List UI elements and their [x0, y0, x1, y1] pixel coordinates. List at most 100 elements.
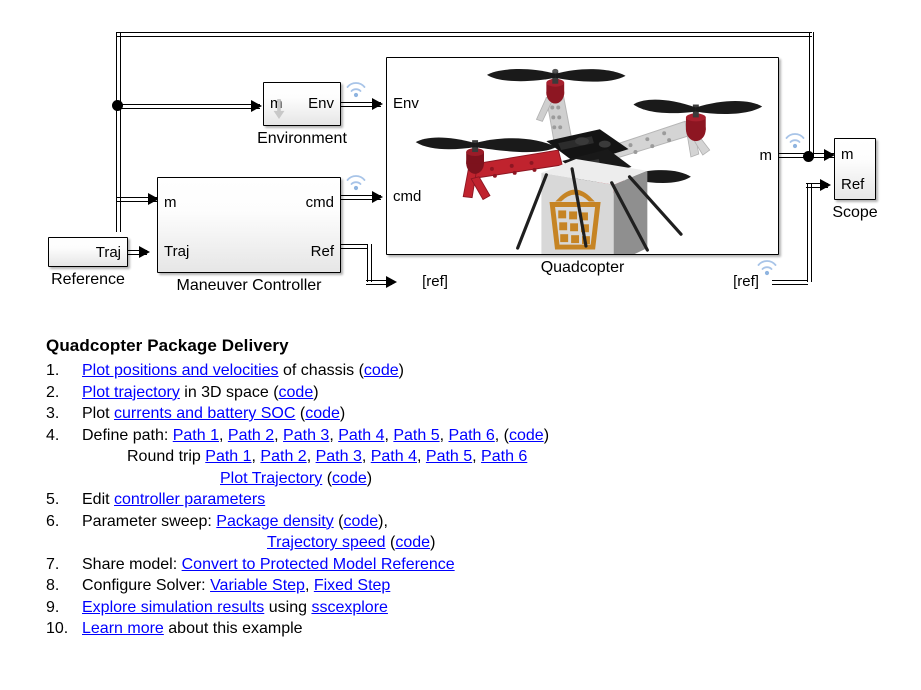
instruction-number-3: 3. — [46, 405, 60, 422]
step2-link-0[interactable]: Plot trajectory — [82, 384, 180, 401]
step4-link-3[interactable]: Path 2 — [228, 427, 274, 444]
step7-link-1[interactable]: Convert to Protected Model Reference — [182, 556, 455, 573]
instruction-item-5: 5. Edit controller parameters — [46, 489, 746, 511]
arrowhead-environment-in — [251, 99, 262, 112]
port-controller-m-in: m — [164, 194, 177, 211]
instruction-item-1: 1. Plot positions and velocities of chass… — [46, 360, 746, 382]
step2-text-3: ) — [313, 383, 319, 401]
instruction-body-4: Define path: Path 1, Path 2, Path 3, Pat… — [82, 427, 549, 444]
port-quadcopter-m-out: m — [759, 147, 773, 164]
step4-link-7[interactable]: Path 4 — [338, 427, 384, 444]
block-scope[interactable]: m Ref — [834, 138, 876, 200]
step6-link-1[interactable]: Package density — [216, 513, 333, 530]
wire-from-ref-seg1 — [772, 280, 808, 286]
step5-text-0: Edit — [82, 491, 115, 508]
step9-link-2[interactable]: sscexplore — [311, 599, 387, 616]
step4sub1-text-6: , — [361, 448, 371, 465]
instruction-number-5: 5. — [46, 491, 60, 508]
step6sub1-link-0[interactable]: Trajectory speed — [267, 534, 386, 551]
step3-text-0: Plot — [82, 405, 115, 422]
step4sub1-link-7[interactable]: Path 4 — [371, 448, 417, 465]
step4-link-1[interactable]: Path 1 — [173, 427, 219, 444]
step4sub1-link-1[interactable]: Path 1 — [205, 448, 251, 465]
step6-text-2: ( — [333, 512, 344, 530]
step9-link-0[interactable]: Explore simulation results — [82, 599, 264, 616]
step1-text-3: ) — [398, 362, 404, 379]
step5-link-1[interactable]: controller parameters — [114, 491, 265, 508]
step1-link-0[interactable]: Plot positions and velocities — [82, 362, 279, 379]
instruction-number-10: 10. — [46, 620, 69, 637]
instruction-number-9: 9. — [46, 598, 60, 616]
from-tag-label: [ref] — [733, 273, 759, 290]
instruction-item-8: 8. Configure Solver: Variable Step, Fixed… — [46, 575, 746, 597]
step4-link-9[interactable]: Path 5 — [393, 427, 439, 444]
instruction-number-2: 2. — [46, 383, 60, 401]
block-maneuver-controller[interactable]: m Traj cmd Ref — [157, 177, 341, 273]
step6-text-0: Parameter sweep: — [82, 512, 217, 530]
step6sub1-link-2[interactable]: code — [395, 534, 430, 551]
step10-link-0[interactable]: Learn more — [82, 620, 164, 637]
step4-text-4: , — [274, 426, 284, 444]
step6-link-3[interactable]: code — [343, 513, 378, 530]
wireless-signal-icon-m — [785, 133, 805, 149]
step1-text-1: of chassis ( — [278, 362, 364, 379]
block-quadcopter[interactable]: Env cmd m — [386, 57, 779, 255]
step4sub1-link-11[interactable]: Path 6 — [481, 448, 527, 465]
step4sub2-link-2[interactable]: code — [332, 470, 367, 487]
step2-link-2[interactable]: code — [279, 384, 314, 401]
step6-text-4: ), — [378, 512, 388, 530]
arrowhead-quadcopter-env-in — [372, 97, 383, 110]
instruction-body-8: Configure Solver: Variable Step, Fixed S… — [82, 577, 390, 594]
step2-text-1: in 3D space ( — [179, 383, 279, 401]
arrowhead-goto-ref-in — [386, 275, 397, 288]
wireless-signal-icon-from-ref — [757, 260, 777, 276]
block-reference[interactable]: Traj — [48, 237, 128, 267]
wire-ref-out-seg2 — [366, 244, 372, 282]
step3-link-1[interactable]: currents and battery SOC — [114, 405, 295, 422]
port-controller-traj-in: Traj — [164, 243, 190, 260]
instruction-item-9: 9. Explore simulation results using sscex… — [46, 597, 746, 619]
instruction-number-8: 8. — [46, 577, 60, 594]
step4sub1-link-9[interactable]: Path 5 — [426, 448, 472, 465]
wireless-signal-icon-env — [346, 82, 366, 98]
port-quadcopter-env-in: Env — [393, 95, 419, 112]
step4-text-10: , — [439, 426, 449, 444]
step4-link-11[interactable]: Path 6 — [449, 427, 495, 444]
arrowhead-controller-traj-in — [139, 245, 150, 258]
step4-text-0: Define path: — [82, 426, 173, 444]
junction-right — [803, 151, 814, 162]
block-label-maneuver-controller: Maneuver Controller — [176, 277, 322, 294]
step6sub1-text-1: ( — [385, 534, 396, 551]
step4-link-5[interactable]: Path 3 — [283, 427, 329, 444]
step4sub1-text-8: , — [417, 448, 426, 465]
step9-text-1: using — [264, 598, 312, 616]
step4sub1-link-5[interactable]: Path 3 — [316, 448, 362, 465]
step8-link-1[interactable]: Variable Step — [210, 577, 305, 594]
step4-link-13[interactable]: code — [509, 427, 544, 444]
wire-ref-out-seg1 — [341, 244, 368, 250]
step1-link-2[interactable]: code — [364, 362, 399, 379]
instruction-item-2: 2. Plot trajectory in 3D space (code) — [46, 382, 746, 404]
step4-text-2: , — [219, 426, 228, 444]
step3-link-3[interactable]: code — [305, 405, 340, 422]
step4sub1-text-4: , — [306, 448, 316, 465]
quadcopter-illustration — [415, 68, 763, 254]
block-label-environment: Environment — [257, 130, 347, 147]
down-arrow-icon — [273, 99, 285, 119]
step6sub1-text-3: ) — [430, 534, 436, 551]
instruction-subline-4-2: Plot Trajectory (code) — [82, 468, 746, 490]
arrowhead-scope-ref-in — [820, 178, 831, 191]
step8-link-3[interactable]: Fixed Step — [314, 577, 390, 594]
step4sub2-link-0[interactable]: Plot Trajectory — [220, 470, 322, 487]
step4sub1-link-3[interactable]: Path 2 — [260, 448, 306, 465]
block-label-scope: Scope — [832, 204, 878, 221]
step4-text-6: , — [329, 426, 339, 444]
instruction-body-6: Parameter sweep: Package density (code), — [82, 513, 388, 530]
step4sub1-text-0: Round trip — [127, 448, 206, 465]
block-environment[interactable]: m Env — [263, 82, 341, 126]
block-label-reference: Reference — [51, 271, 125, 288]
instruction-item-4: 4. Define path: Path 1, Path 2, Path 3, P… — [46, 425, 746, 490]
step10-text-1: about this example — [163, 620, 303, 637]
step4-text-14: ) — [543, 426, 550, 444]
instruction-list: 1. Plot positions and velocities of chass… — [46, 360, 746, 640]
